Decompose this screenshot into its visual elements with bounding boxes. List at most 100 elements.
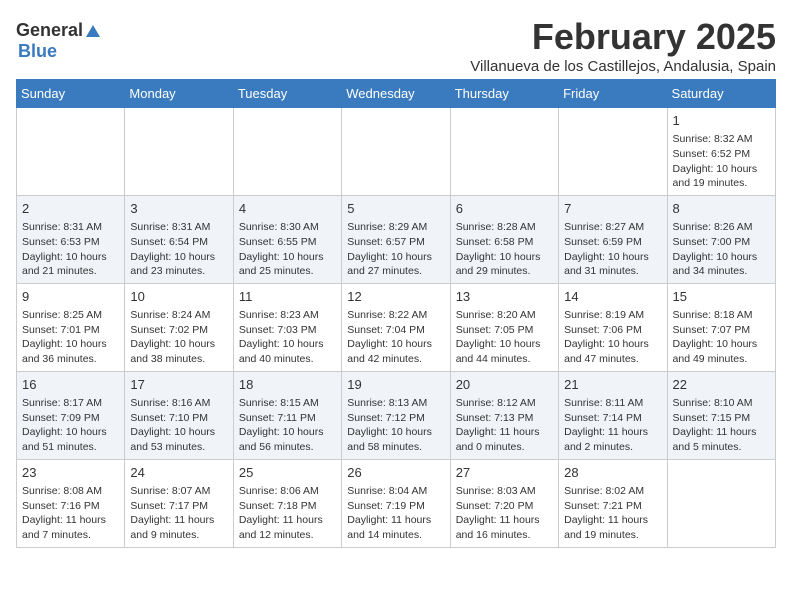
sunrise-text: Sunrise: 8:16 AM [130,397,210,409]
calendar-day-cell: 3Sunrise: 8:31 AMSunset: 6:54 PMDaylight… [125,195,233,283]
daylight-text: Daylight: 10 hours and 31 minutes. [564,251,649,278]
calendar-day-cell: 27Sunrise: 8:03 AMSunset: 7:20 PMDayligh… [450,459,558,547]
logo-text: General Blue [16,20,103,62]
logo-icon [84,23,102,41]
calendar-day-cell: 28Sunrise: 8:02 AMSunset: 7:21 PMDayligh… [559,459,667,547]
title-area: February 2025 Villanueva de los Castille… [470,16,776,75]
day-number: 21 [564,376,661,394]
sunrise-text: Sunrise: 8:31 AM [22,221,102,233]
calendar-day-cell: 7Sunrise: 8:27 AMSunset: 6:59 PMDaylight… [559,195,667,283]
day-number: 26 [347,464,444,482]
sunrise-text: Sunrise: 8:10 AM [673,397,753,409]
calendar-day-cell [342,108,450,196]
daylight-text: Daylight: 11 hours and 7 minutes. [22,514,106,541]
calendar-week-row: 16Sunrise: 8:17 AMSunset: 7:09 PMDayligh… [17,371,776,459]
sunset-text: Sunset: 7:17 PM [130,500,208,512]
daylight-text: Daylight: 10 hours and 27 minutes. [347,251,432,278]
sunrise-text: Sunrise: 8:15 AM [239,397,319,409]
sunset-text: Sunset: 7:03 PM [239,324,317,336]
sunset-text: Sunset: 6:54 PM [130,236,208,248]
daylight-text: Daylight: 11 hours and 9 minutes. [130,514,214,541]
daylight-text: Daylight: 10 hours and 19 minutes. [673,163,758,190]
sunset-text: Sunset: 7:21 PM [564,500,642,512]
calendar-day-cell: 13Sunrise: 8:20 AMSunset: 7:05 PMDayligh… [450,283,558,371]
calendar-day-cell: 10Sunrise: 8:24 AMSunset: 7:02 PMDayligh… [125,283,233,371]
calendar-day-cell [233,108,341,196]
logo: General Blue [16,20,103,62]
sunset-text: Sunset: 6:59 PM [564,236,642,248]
day-number: 25 [239,464,336,482]
day-number: 7 [564,200,661,218]
sunrise-text: Sunrise: 8:11 AM [564,397,643,409]
calendar-day-cell [17,108,125,196]
calendar-week-row: 23Sunrise: 8:08 AMSunset: 7:16 PMDayligh… [17,459,776,547]
sunrise-text: Sunrise: 8:31 AM [130,221,210,233]
daylight-text: Daylight: 11 hours and 14 minutes. [347,514,431,541]
sunrise-text: Sunrise: 8:32 AM [673,133,753,145]
calendar-header-row: SundayMondayTuesdayWednesdayThursdayFrid… [17,80,776,108]
col-header-tuesday: Tuesday [233,80,341,108]
col-header-friday: Friday [559,80,667,108]
daylight-text: Daylight: 10 hours and 40 minutes. [239,338,324,365]
col-header-wednesday: Wednesday [342,80,450,108]
col-header-sunday: Sunday [17,80,125,108]
sunrise-text: Sunrise: 8:04 AM [347,485,427,497]
calendar-week-row: 1Sunrise: 8:32 AMSunset: 6:52 PMDaylight… [17,108,776,196]
calendar-day-cell: 24 Sunrise: 8:07 AM Sunset: 7:17 PM Dayligh… [125,459,233,547]
sunrise-text: Sunrise: 8:18 AM [673,309,753,321]
daylight-text: Daylight: 10 hours and 47 minutes. [564,338,649,365]
daylight-text: Daylight: 10 hours and 53 minutes. [130,426,215,453]
sunset-text: Sunset: 6:53 PM [22,236,100,248]
day-number: 18 [239,376,336,394]
calendar-day-cell: 12Sunrise: 8:22 AMSunset: 7:04 PMDayligh… [342,283,450,371]
day-number: 27 [456,464,553,482]
month-title: February 2025 [470,16,776,58]
calendar-day-cell: 23Sunrise: 8:08 AMSunset: 7:16 PMDayligh… [17,459,125,547]
sunset-text: Sunset: 6:55 PM [239,236,317,248]
calendar-day-cell: 17Sunrise: 8:16 AMSunset: 7:10 PMDayligh… [125,371,233,459]
calendar-day-cell: 15Sunrise: 8:18 AMSunset: 7:07 PMDayligh… [667,283,775,371]
sunset-text: Sunset: 6:52 PM [673,148,751,160]
day-number: 5 [347,200,444,218]
calendar-day-cell [450,108,558,196]
day-number: 22 [673,376,770,394]
col-header-saturday: Saturday [667,80,775,108]
calendar-day-cell: 21Sunrise: 8:11 AMSunset: 7:14 PMDayligh… [559,371,667,459]
sunset-text: Sunset: 7:05 PM [456,324,534,336]
sunset-text: Sunset: 7:19 PM [347,500,425,512]
location-subtitle: Villanueva de los Castillejos, Andalusia… [470,58,776,75]
daylight-text: Daylight: 10 hours and 29 minutes. [456,251,541,278]
sunrise-text: Sunrise: 8:25 AM [22,309,102,321]
day-number: 14 [564,288,661,306]
col-header-thursday: Thursday [450,80,558,108]
sunset-text: Sunset: 6:58 PM [456,236,534,248]
day-number: 6 [456,200,553,218]
calendar-day-cell [559,108,667,196]
calendar-day-cell: 16Sunrise: 8:17 AMSunset: 7:09 PMDayligh… [17,371,125,459]
sunset-text: Sunset: 7:11 PM [239,412,316,424]
sunrise-text: Sunrise: 8:24 AM [130,309,210,321]
day-number: 23 [22,464,119,482]
day-number: 3 [130,200,227,218]
day-number: 10 [130,288,227,306]
daylight-text: Daylight: 10 hours and 38 minutes. [130,338,215,365]
sunset-text: Sunset: 7:15 PM [673,412,751,424]
sunrise-text: Sunrise: 8:23 AM [239,309,319,321]
sunrise-text: Sunrise: 8:19 AM [564,309,644,321]
sunset-text: Sunset: 7:13 PM [456,412,534,424]
calendar-day-cell: 14Sunrise: 8:19 AMSunset: 7:06 PMDayligh… [559,283,667,371]
sunrise-text: Sunrise: 8:07 AM [130,485,210,497]
calendar-day-cell: 6Sunrise: 8:28 AMSunset: 6:58 PMDaylight… [450,195,558,283]
sunrise-text: Sunrise: 8:30 AM [239,221,319,233]
sunrise-text: Sunrise: 8:08 AM [22,485,102,497]
sunset-text: Sunset: 7:10 PM [130,412,208,424]
day-number: 16 [22,376,119,394]
day-number: 24 [130,464,227,482]
daylight-text: Daylight: 10 hours and 51 minutes. [22,426,107,453]
sunset-text: Sunset: 7:12 PM [347,412,425,424]
calendar-day-cell: 22Sunrise: 8:10 AMSunset: 7:15 PMDayligh… [667,371,775,459]
sunrise-text: Sunrise: 8:22 AM [347,309,427,321]
sunrise-text: Sunrise: 8:29 AM [347,221,427,233]
calendar-day-cell [667,459,775,547]
daylight-text: Daylight: 11 hours and 16 minutes. [456,514,540,541]
